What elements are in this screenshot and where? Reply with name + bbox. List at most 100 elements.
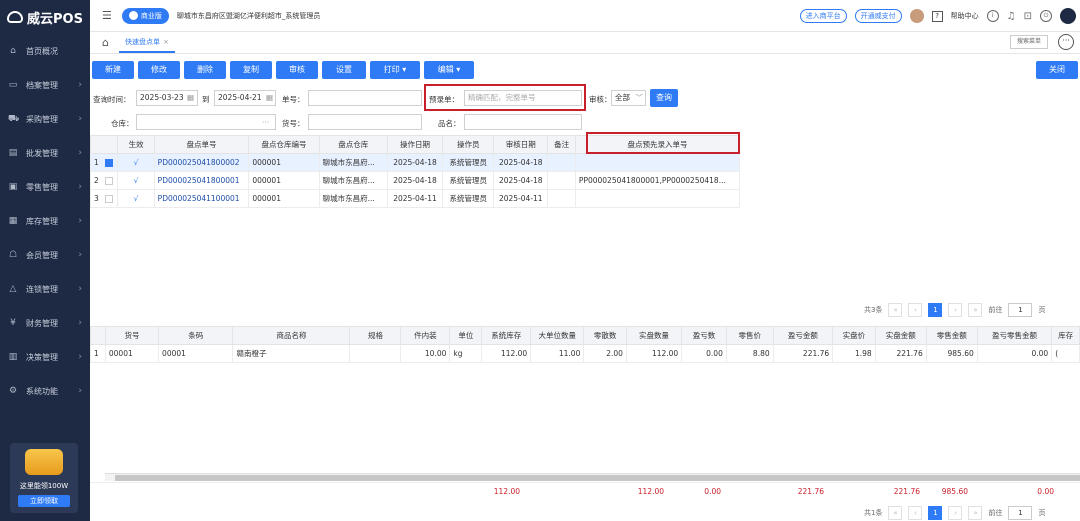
column-header[interactable]: 备注 <box>547 135 576 154</box>
last-page-button[interactable]: » <box>968 506 983 520</box>
delete-button[interactable]: 删除 <box>184 61 226 79</box>
table-row[interactable]: 1 00001 00001 赣南橙子 10.00 kg 112.00 11.00 2.00 112… <box>90 344 1080 363</box>
column-header[interactable]: 库存 <box>1051 326 1080 345</box>
column-header[interactable]: 件内装 <box>400 326 451 345</box>
brand-avatar-icon[interactable] <box>1060 8 1076 24</box>
warehouse-input[interactable] <box>136 114 276 130</box>
query-button[interactable]: 查询 <box>650 89 678 107</box>
goto-page-input[interactable]: 1 <box>1008 303 1033 317</box>
avatar[interactable] <box>909 9 924 23</box>
copy-button[interactable]: 复制 <box>230 61 272 79</box>
ellipsis-icon[interactable]: ··· <box>262 118 269 127</box>
home-icon[interactable]: ⌂ <box>102 36 109 49</box>
column-header[interactable]: 大单位数量 <box>530 326 585 345</box>
more-icon[interactable]: ··· <box>1058 34 1074 50</box>
column-header[interactable]: 零售价 <box>725 326 774 345</box>
sidebar-item-4[interactable]: ▣ 零售管理 › <box>0 170 90 204</box>
bell-icon[interactable]: ♫ <box>1007 11 1016 22</box>
settings-button[interactable]: 设置 <box>322 61 366 79</box>
sidebar-item-8[interactable]: ¥ 财务管理 › <box>0 306 90 340</box>
edit-button[interactable]: 修改 <box>138 61 180 79</box>
last-page-button[interactable]: » <box>968 303 983 317</box>
column-header[interactable]: 条码 <box>158 326 234 345</box>
sidebar-item-9[interactable]: ▥ 决策管理 › <box>0 340 90 374</box>
goto-page-input[interactable]: 1 <box>1008 506 1033 520</box>
column-header[interactable]: 盘点仓库 <box>318 135 388 154</box>
column-header[interactable]: 系统库存 <box>481 326 532 345</box>
totals-row: 112.00 112.00 0.00 221.76 221.76 985.60 … <box>90 482 1080 498</box>
audit-button[interactable]: 审核 <box>276 61 318 79</box>
next-page-button[interactable]: › <box>948 506 963 520</box>
column-header[interactable]: 生效 <box>117 135 155 154</box>
column-header[interactable]: 操作员 <box>442 135 495 154</box>
edit-menu-button[interactable]: 编辑 ▾ <box>424 61 474 79</box>
menu-collapse-icon[interactable]: ☰ <box>102 9 112 22</box>
column-header[interactable]: 操作日期 <box>386 135 444 154</box>
tab-quick-stocktake[interactable]: 快速盘点单 × <box>118 33 175 53</box>
column-header[interactable]: 商品名称 <box>232 326 351 345</box>
prev-page-button[interactable]: ‹ <box>908 506 923 520</box>
scrollbar-thumb[interactable] <box>115 475 1080 481</box>
info-icon[interactable]: i <box>986 10 999 22</box>
new-button[interactable]: 新建 <box>92 61 134 79</box>
cell-operator: 系统管理员 <box>442 153 495 172</box>
item-name-input[interactable] <box>464 114 582 130</box>
column-header[interactable]: 盘点仓库编号 <box>248 135 320 154</box>
column-header[interactable]: 实盘数量 <box>625 326 683 345</box>
enter-platform-button[interactable]: 进入商平台 <box>799 9 847 23</box>
item-no-input[interactable] <box>308 114 422 130</box>
column-header[interactable]: 单位 <box>449 326 483 345</box>
sidebar-item-6[interactable]: ☖ 会员管理 › <box>0 238 90 272</box>
column-header[interactable] <box>89 135 119 154</box>
sidebar-item-2[interactable]: ⛟ 采购管理 › <box>0 102 90 136</box>
cell-op_date: 2025-04-11 <box>386 189 444 208</box>
first-page-button[interactable]: « <box>888 303 903 317</box>
column-header[interactable]: 实盘价 <box>832 326 876 345</box>
row-checkbox[interactable] <box>104 195 113 203</box>
column-header[interactable]: 盈亏金额 <box>772 326 834 345</box>
first-page-button[interactable]: « <box>888 506 903 520</box>
row-checkbox[interactable] <box>104 177 113 185</box>
sidebar-item-0[interactable]: ⌂ 首页概况 <box>0 34 90 68</box>
page-1-button[interactable]: 1 <box>928 303 943 317</box>
doc-no-input[interactable] <box>308 90 422 106</box>
sidebar-item-5[interactable]: ▦ 库存管理 › <box>0 204 90 238</box>
column-header[interactable]: 规格 <box>349 326 402 345</box>
table-row[interactable]: 2 √ PD000025041800001 000001 聊城市东昌府... 2025-0… <box>89 171 741 190</box>
column-header[interactable]: 实盘金额 <box>874 326 927 345</box>
column-header[interactable]: 零散数 <box>583 326 627 345</box>
row-checkbox[interactable] <box>104 159 113 167</box>
calendar-icon[interactable]: ▦ <box>266 93 273 102</box>
prev-page-button[interactable]: ‹ <box>908 303 923 317</box>
calendar-icon[interactable]: ▦ <box>187 93 194 102</box>
table-row[interactable]: 3 √ PD000025041100001 000001 聊城市东昌府... 2025-0… <box>89 189 741 208</box>
help-center-link[interactable]: 帮助中心 <box>951 11 979 21</box>
column-header[interactable] <box>90 326 106 345</box>
column-header[interactable]: 盘点单号 <box>153 135 250 154</box>
lock-icon[interactable]: ⊡ <box>1024 11 1032 22</box>
horizontal-scrollbar[interactable] <box>105 473 1080 481</box>
sidebar-item-7[interactable]: △ 连锁管理 › <box>0 272 90 306</box>
help-icon[interactable]: ? <box>931 10 943 22</box>
close-button[interactable]: 关闭 <box>1036 61 1078 79</box>
column-header[interactable]: 审核日期 <box>493 135 549 154</box>
search-menu-input[interactable]: 搜索菜单 <box>1010 35 1048 49</box>
close-tab-icon[interactable]: × <box>163 38 169 46</box>
next-page-button[interactable]: › <box>948 303 963 317</box>
page-1-button[interactable]: 1 <box>928 506 943 520</box>
app-logo[interactable]: 威云POS <box>0 0 90 34</box>
sidebar-item-10[interactable]: ⚙ 系统功能 › <box>0 374 90 408</box>
column-header[interactable]: 盈亏零售金额 <box>976 326 1053 345</box>
column-header[interactable]: 货号 <box>104 326 160 345</box>
promo-claim-button[interactable]: 立即领取 <box>18 495 70 507</box>
sidebar-item-3[interactable]: ▤ 批发管理 › <box>0 136 90 170</box>
sidebar-item-1[interactable]: ▭ 档案管理 › <box>0 68 90 102</box>
print-button[interactable]: 打印 ▾ <box>370 61 420 79</box>
column-header[interactable]: 盈亏数 <box>681 326 727 345</box>
audit-select[interactable]: 全部 ﹀ <box>611 90 646 106</box>
open-wallet-button[interactable]: 开通威支付 <box>854 9 902 23</box>
table-row[interactable]: 1 √ PD000025041800002 000001 聊城市东昌府... 2025-0… <box>89 153 741 172</box>
column-header[interactable]: 零售金额 <box>925 326 978 345</box>
home-icon: ⌂ <box>10 46 16 56</box>
power-icon[interactable]: ⏻ <box>1040 10 1052 22</box>
